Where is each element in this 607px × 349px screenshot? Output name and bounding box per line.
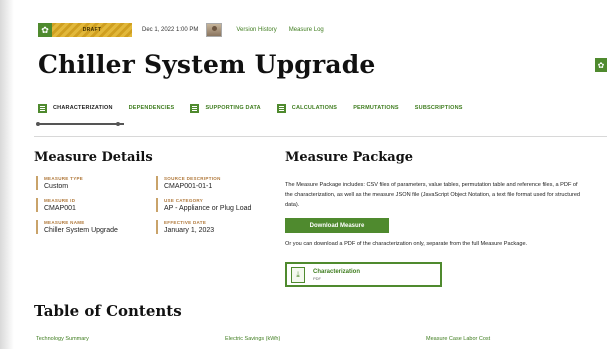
field-value: Chiller System Upgrade — [44, 227, 118, 234]
pdf-only-note: Or you can download a PDF of the charact… — [285, 241, 528, 247]
toc-heading: Table of Contents — [34, 302, 182, 320]
characterization-pdf-download[interactable]: ⤓ Characterization PDF — [285, 262, 442, 287]
measure-package-description: The Measure Package includes: CSV files … — [285, 182, 581, 208]
list-icon — [276, 103, 286, 113]
window-edge — [0, 0, 14, 349]
field-value: CMAP001-01-1 — [164, 183, 213, 190]
toc-link-electric-savings[interactable]: Electric Savings (kWh) — [225, 336, 280, 342]
tab-label: CHARACTERIZATION — [53, 105, 113, 111]
detail-source-description: SOURCE DESCRIPTION CMAP001-01-1 — [156, 176, 221, 190]
measure-package-heading: Measure Package — [285, 150, 414, 165]
tab-dependencies[interactable]: DEPENDENCIES — [129, 105, 175, 111]
tab-progress-indicator — [36, 122, 124, 126]
measure-details-heading: Measure Details — [34, 150, 153, 165]
detail-measure-id: MEASURE ID CMAP001 — [36, 198, 76, 212]
tab-label: CALCULATIONS — [291, 105, 338, 111]
pdf-card-text: Characterization PDF — [313, 269, 360, 281]
field-label: MEASURE ID — [44, 198, 76, 203]
detail-measure-type: MEASURE TYPE Custom — [36, 176, 83, 190]
tab-label: SUPPORTING DATA — [205, 105, 261, 111]
status-block: ✿ DRAFT — [38, 23, 132, 37]
tab-subscriptions[interactable]: SUBSCRIPTIONS — [415, 105, 463, 111]
settings-gear-icon[interactable]: ✿ — [595, 58, 607, 72]
top-bar: ✿ DRAFT Dec 1, 2022 1:00 PM Version Hist… — [38, 22, 324, 38]
toc-link-technology-summary[interactable]: Technology Summary — [36, 336, 89, 342]
download-measure-button[interactable]: Download Measure — [285, 218, 389, 233]
detail-measure-name: MEASURE NAME Chiller System Upgrade — [36, 220, 118, 234]
progress-start-dot — [36, 122, 40, 126]
field-value: CMAP001 — [44, 205, 76, 212]
field-label: SOURCE DESCRIPTION — [164, 176, 221, 181]
field-label: USE CATEGORY — [164, 198, 204, 203]
gear-icon[interactable]: ✿ — [38, 23, 52, 37]
tab-characterization[interactable]: CHARACTERIZATION — [38, 103, 113, 113]
status-badge: DRAFT — [52, 23, 132, 37]
version-history-link[interactable]: Version History — [236, 27, 276, 33]
field-label: EFFECTIVE DATE — [164, 220, 207, 225]
list-icon — [38, 103, 47, 113]
pdf-card-title: Characterization — [313, 268, 361, 275]
field-value: Custom — [44, 183, 69, 190]
toc-link-measure-case-labor-cost[interactable]: Measure Case Labor Cost — [426, 336, 490, 342]
pdf-card-subtitle: PDF — [313, 275, 321, 281]
tab-bar: CHARACTERIZATION DEPENDENCIES SUPPORTING… — [38, 102, 479, 114]
avatar[interactable] — [206, 23, 223, 37]
last-modified-date: Dec 1, 2022 1:00 PM — [142, 27, 199, 33]
divider — [34, 136, 607, 137]
tab-permutations[interactable]: PERMUTATIONS — [353, 105, 399, 111]
field-value: AP - Appliance or Plug Load — [164, 205, 252, 212]
pdf-download-icon: ⤓ — [291, 266, 305, 283]
field-value: January 1, 2023 — [164, 227, 215, 234]
page: ✿ DRAFT Dec 1, 2022 1:00 PM Version Hist… — [0, 0, 607, 349]
progress-end-dot — [116, 122, 120, 126]
tab-label: DEPENDENCIES — [128, 105, 175, 111]
measure-log-link[interactable]: Measure Log — [289, 27, 324, 33]
detail-effective-date: EFFECTIVE DATE January 1, 2023 — [156, 220, 214, 234]
tab-calculations[interactable]: CALCULATIONS — [276, 103, 338, 113]
tab-supporting-data[interactable]: SUPPORTING DATA — [190, 103, 261, 113]
field-label: MEASURE TYPE — [44, 176, 84, 181]
field-label: MEASURE NAME — [44, 220, 85, 225]
list-icon — [190, 103, 200, 113]
page-title: Chiller System Upgrade — [38, 50, 376, 79]
tab-label: SUBSCRIPTIONS — [414, 105, 463, 111]
tab-label: PERMUTATIONS — [353, 105, 399, 111]
detail-use-category: USE CATEGORY AP - Appliance or Plug Load — [156, 198, 251, 212]
